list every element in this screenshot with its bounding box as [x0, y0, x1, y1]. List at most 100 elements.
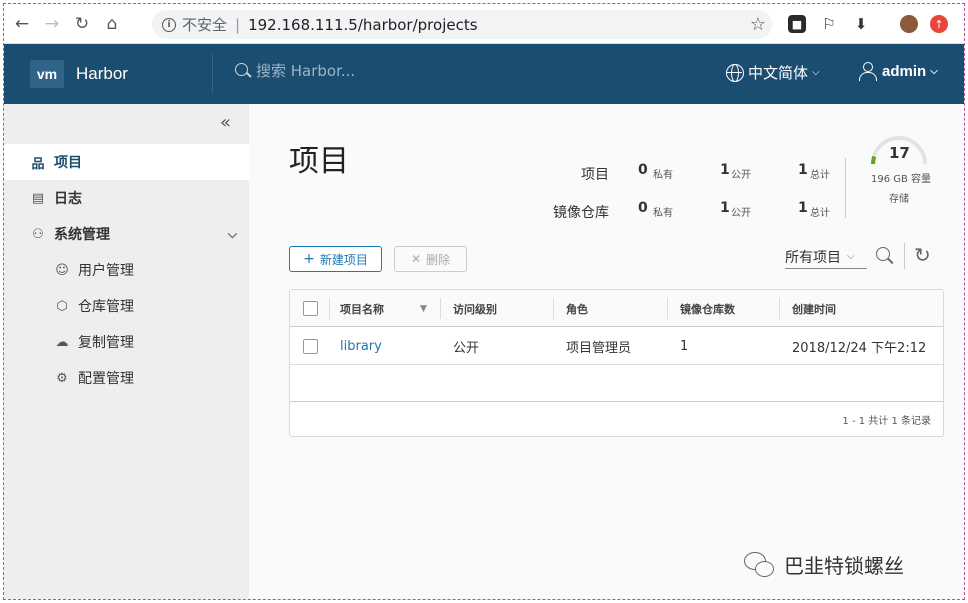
delete-label: 删除: [426, 252, 451, 267]
select-all-checkbox[interactable]: [303, 301, 318, 316]
vmware-logo: vm: [30, 60, 64, 88]
sidebar-item-projects[interactable]: 品 项目: [4, 144, 249, 180]
url-text[interactable]: 192.168.111.5/harbor/projects: [248, 16, 477, 34]
bookmark-icon[interactable]: ⚐: [818, 13, 840, 35]
sidebar-item-users[interactable]: ☺ 用户管理: [4, 252, 249, 288]
column-header-created[interactable]: 创建时间: [792, 290, 836, 327]
projects-icon: 品: [31, 156, 45, 172]
registry-icon: ⬡: [56, 298, 68, 314]
info-icon[interactable]: i: [162, 17, 176, 32]
global-search: [234, 62, 456, 80]
collapse-sidebar-icon[interactable]: «: [220, 112, 231, 133]
delete-button[interactable]: ✕ 删除: [394, 246, 467, 272]
admin-icon: ⚇: [32, 226, 44, 242]
chevron-down-icon[interactable]: ⌵: [228, 227, 237, 242]
sidebar-item-logs[interactable]: ▤ 日志: [4, 180, 249, 216]
repo-count-cell: 1: [680, 339, 689, 354]
total-label: 总计: [810, 208, 830, 219]
new-project-button[interactable]: + 新建项目: [289, 246, 382, 272]
sidebar-item-registries[interactable]: ⬡ 仓库管理: [4, 288, 249, 324]
column-divider: [440, 298, 441, 319]
new-project-label: 新建项目: [319, 252, 368, 267]
update-icon[interactable]: ↑: [930, 15, 948, 33]
config-icon: ⚙: [56, 370, 68, 386]
filter-icon[interactable]: ▼: [420, 304, 427, 314]
column-header-access[interactable]: 访问级别: [453, 290, 497, 327]
sidebar-item-administration[interactable]: ⚇ 系统管理 ⌵: [4, 216, 249, 252]
column-divider: [779, 298, 780, 319]
sidebar-item-label: 日志: [54, 191, 82, 207]
table-header: 项目名称 ▼ 访问级别 角色 镜像仓库数 创建时间: [290, 290, 943, 327]
close-icon: ✕: [410, 252, 422, 266]
sidebar-item-configuration[interactable]: ⚙ 配置管理: [4, 360, 249, 396]
language-selector[interactable]: 中文简体 ⌵: [726, 62, 820, 83]
private-label: 私有: [653, 170, 673, 181]
download-icon[interactable]: ⬇: [850, 13, 872, 35]
sidebar-item-label: 配置管理: [78, 371, 134, 387]
address-bar[interactable]: i 不安全 | 192.168.111.5/harbor/projects ☆: [152, 10, 772, 39]
column-header-name[interactable]: 项目名称 ▼: [340, 290, 427, 327]
sidebar-item-replications[interactable]: ☁ 复制管理: [4, 324, 249, 360]
search-icon[interactable]: [875, 246, 895, 266]
column-header-repo-count[interactable]: 镜像仓库数: [680, 290, 735, 327]
repo-total-count: 1: [798, 200, 808, 216]
repo-private-count: 0: [638, 200, 648, 216]
search-icon: [234, 62, 252, 80]
chevron-down-icon: ⌵: [812, 67, 820, 78]
bookmark-star-icon[interactable]: ☆: [750, 14, 766, 35]
refresh-icon[interactable]: ↻: [914, 243, 931, 267]
total-label: 总计: [810, 170, 830, 181]
username: admin: [882, 62, 927, 80]
page-title: 项目: [289, 144, 349, 179]
user-menu[interactable]: admin ⌵: [858, 62, 938, 81]
watermark-text: 巴韭特锁螺丝: [784, 554, 904, 578]
back-icon[interactable]: ←: [10, 12, 34, 36]
public-label: 公开: [731, 208, 751, 219]
column-header-label: 项目名称: [340, 302, 384, 316]
logs-icon: ▤: [31, 190, 45, 206]
screenshot-frame: ← → ↻ ⌂ i 不安全 | 192.168.111.5/harbor/pro…: [3, 3, 965, 600]
sidebar-item-label: 用户管理: [78, 263, 134, 279]
storage-percent: 17: [889, 144, 910, 162]
project-filter-select[interactable]: 所有项目 ⌵: [785, 245, 867, 269]
sidebar-item-label: 仓库管理: [78, 299, 134, 315]
plus-icon: +: [303, 251, 315, 267]
table-footer: 1 - 1 共计 1 条记录: [290, 401, 943, 437]
globe-icon: [726, 63, 744, 82]
sidebar-item-label: 项目: [54, 155, 82, 171]
reload-icon[interactable]: ↻: [70, 12, 94, 36]
main-content: 项目 项目 镜像仓库 0 私有 1 公开 1 总计 0 私有 1 公开 1 总计…: [249, 104, 964, 599]
role-cell: 项目管理员: [566, 341, 632, 356]
column-divider: [329, 298, 330, 319]
app-title[interactable]: Harbor: [76, 64, 128, 84]
column-header-role[interactable]: 角色: [566, 290, 588, 327]
chevron-down-icon: ⌵: [847, 251, 855, 262]
home-icon[interactable]: ⌂: [100, 12, 124, 36]
extension-icon[interactable]: ■: [788, 15, 806, 33]
toolbar-divider: [904, 243, 905, 269]
forward-icon[interactable]: →: [40, 12, 64, 36]
project-name-link[interactable]: library: [340, 328, 382, 365]
sidebar-item-label: 复制管理: [78, 335, 134, 351]
created-time-cell: 2018/12/24 下午2:12: [792, 341, 927, 356]
filter-select-value: 所有项目: [785, 249, 841, 266]
user-icon: [858, 62, 877, 81]
access-level-cell: 公开: [453, 341, 480, 356]
project-total-count: 1: [798, 162, 808, 178]
stats-divider: [845, 158, 846, 218]
replication-icon: ☁: [55, 334, 69, 350]
row-checkbox[interactable]: [303, 339, 318, 354]
storage-label: 存储: [889, 194, 909, 205]
project-public-count: 1: [720, 162, 730, 178]
watermark: 巴韭特锁螺丝: [744, 550, 904, 579]
table-row: library 公开 项目管理员 1 2018/12/24 下午2:12: [290, 328, 943, 365]
sidebar-item-label: 系统管理: [54, 227, 110, 243]
wechat-icon: [744, 551, 776, 578]
insecure-label: 不安全: [182, 16, 228, 34]
profile-avatar-icon[interactable]: [900, 15, 918, 33]
column-divider: [553, 298, 554, 319]
projects-stat-label: 项目: [581, 167, 609, 183]
storage-capacity: 196 GB 容量: [871, 174, 932, 185]
private-label: 私有: [653, 208, 673, 219]
global-search-input[interactable]: [256, 62, 456, 80]
